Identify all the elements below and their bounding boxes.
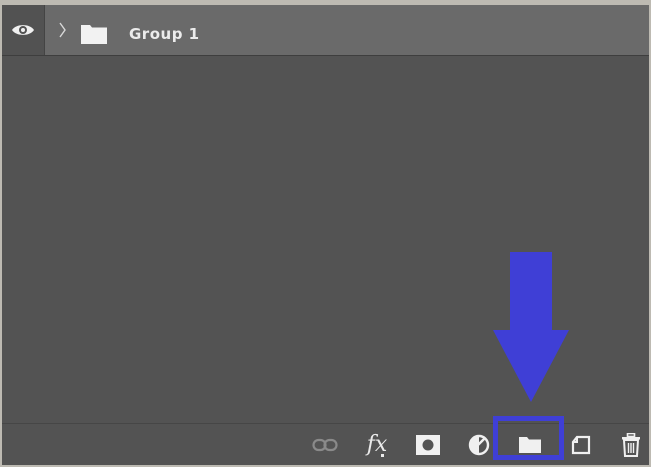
highlight-box <box>493 416 564 460</box>
eye-icon <box>12 25 34 35</box>
delete-layer-button[interactable] <box>616 424 646 465</box>
link-layers-button[interactable] <box>308 424 342 465</box>
add-layer-style-button[interactable]: fx <box>362 424 392 465</box>
trash-icon <box>622 433 640 457</box>
folder-icon <box>81 25 107 44</box>
link-icon <box>312 438 338 452</box>
chevron-right-icon[interactable] <box>58 20 68 40</box>
layer-name[interactable]: Group 1 <box>129 25 200 43</box>
add-layer-mask-button[interactable] <box>412 424 444 465</box>
fx-icon: fx <box>366 432 388 457</box>
new-fill-adjustment-layer-button[interactable] <box>462 424 496 465</box>
visibility-toggle[interactable] <box>2 5 45 55</box>
layer-row-group-1[interactable]: Group 1 <box>2 5 649 56</box>
fx-dropdown-dot <box>381 454 384 457</box>
half-circle-icon <box>468 434 490 456</box>
down-arrow-icon <box>493 252 569 402</box>
mask-icon <box>416 435 440 455</box>
new-layer-icon <box>571 435 591 455</box>
create-new-layer-button[interactable] <box>566 424 596 465</box>
